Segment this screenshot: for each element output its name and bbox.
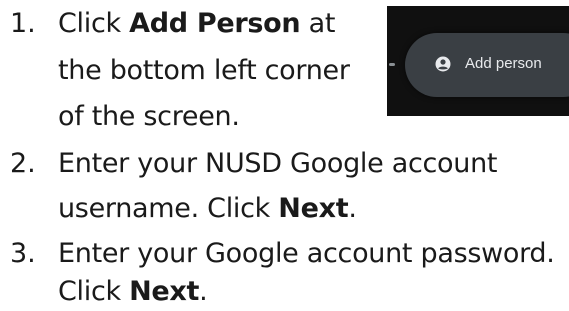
step-3-line-2: Click Next. [58,275,208,309]
step-2-text-post: . [348,193,357,224]
step-3-number: 3. [10,238,36,269]
add-person-screenshot: Add person [387,6,569,116]
step-2-line-1: Enter your NUSD Google account [58,148,498,179]
step-2-number: 2. [10,148,36,179]
step-1-line-2: the bottom left corner [58,55,350,86]
step-2-line-2: username. Click Next. [58,192,357,226]
step-1-text-post: at [300,8,336,39]
step-1-line-1: Click Add Person at [58,7,335,41]
step-3-text-bold: Next [129,276,200,307]
step-2-text-bold: Next [278,193,349,224]
step-3-text-pre: Click [58,276,130,307]
step-3-line-1: Enter your Google account password. [58,238,555,269]
add-person-icon [435,56,451,72]
step-1-text-bold: Add Person [129,8,301,39]
step-2-text-pre: username. Click [58,193,279,224]
step-1-number: 1. [10,8,36,39]
add-person-label: Add person [465,55,542,72]
step-3-text-post: . [199,276,208,307]
step-1-line-3: of the screen. [58,101,240,132]
step-1-text-pre: Click [58,8,130,39]
shelf-edge [389,63,395,66]
